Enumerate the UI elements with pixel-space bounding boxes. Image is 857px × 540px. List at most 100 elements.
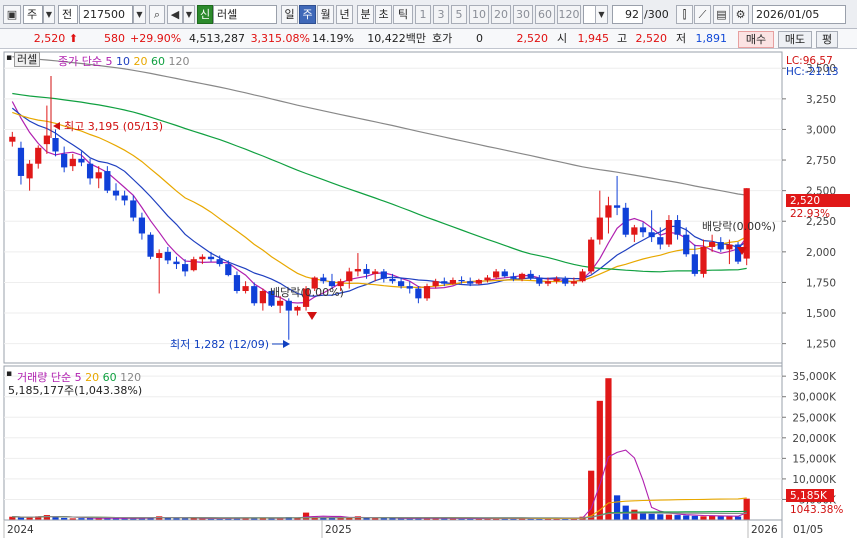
x-label-2024: 2024 — [7, 524, 34, 536]
candle-body — [415, 288, 422, 299]
turnover-rate: 14.19% — [312, 32, 354, 45]
svg-text:최저 1,282 (12/09): 최저 1,282 (12/09) — [170, 338, 269, 351]
interval-20[interactable]: 20 — [491, 5, 511, 24]
stock-chart[interactable]: 1,2501,5001,7502,0002,2502,5002,7503,000… — [0, 50, 857, 540]
candle-body — [346, 271, 353, 282]
price-tick-label: 1,250 — [806, 339, 836, 351]
tab-year[interactable]: 년 — [336, 5, 353, 24]
interval-120[interactable]: 120 — [557, 5, 581, 24]
display-count-max: /300 — [644, 8, 669, 21]
tab-month[interactable]: 월 — [317, 5, 334, 24]
candle-body — [35, 147, 42, 164]
svg-text:최고 3,195 (05/13): 최고 3,195 (05/13) — [64, 120, 163, 133]
candle-body — [294, 306, 301, 311]
candle-body — [397, 281, 405, 287]
volume-bar — [43, 515, 50, 520]
volume-panel-menu-icon[interactable]: ▪ — [6, 369, 12, 379]
candle — [622, 202, 629, 238]
candle-body — [173, 261, 180, 265]
volume-bar — [691, 515, 698, 520]
candle-body — [484, 277, 491, 280]
save-icon[interactable]: ▤ — [713, 5, 730, 24]
interval-5[interactable]: 5 — [451, 5, 467, 24]
interval-30[interactable]: 30 — [513, 5, 533, 24]
line-tool-icon[interactable]: ⟋ — [694, 5, 711, 24]
candle-body — [164, 251, 171, 261]
candle-body — [717, 242, 724, 250]
interval-10[interactable]: 10 — [469, 5, 489, 24]
chevron-down-icon[interactable]: ▼ — [43, 5, 55, 24]
candle — [147, 232, 154, 260]
search-icon[interactable]: ⌕ — [149, 5, 165, 24]
candle-body — [432, 281, 439, 287]
candle-body — [475, 279, 482, 284]
candle-body — [449, 279, 457, 284]
volume-ratio: 3,315.08% — [250, 32, 310, 45]
candle-body — [665, 220, 673, 245]
price-tick-label: 3,250 — [806, 94, 836, 106]
tab-second[interactable]: 초 — [375, 5, 392, 24]
x-label-2025: 2025 — [325, 524, 352, 536]
display-count-input[interactable]: 92 — [612, 5, 643, 24]
interval-60[interactable]: 60 — [535, 5, 555, 24]
volume-bar — [734, 516, 742, 520]
speaker-icon[interactable]: ◀ — [167, 5, 183, 24]
x-label-2026: 2026 — [751, 524, 778, 536]
volume-tick-label: 10,000K — [792, 474, 837, 486]
eval-button[interactable]: 평 — [816, 31, 838, 48]
volume-tick-label: 30,000K — [792, 392, 837, 404]
volume-bar — [665, 514, 673, 520]
buy-button[interactable]: 매수 — [738, 31, 774, 48]
interval-custom-input[interactable] — [583, 5, 595, 24]
tab-week[interactable]: 주 — [299, 5, 316, 24]
candle-body — [458, 279, 465, 282]
candle-body — [9, 136, 16, 142]
candle-body — [674, 220, 681, 235]
price-tick-label: 1,750 — [806, 277, 836, 289]
candle-body — [17, 147, 25, 176]
candle-body — [372, 271, 379, 274]
candle-body — [544, 281, 552, 284]
panel-menu-icon[interactable]: ▪ — [6, 53, 12, 63]
market-type-select[interactable]: 주 — [23, 5, 43, 24]
candle-body — [216, 259, 223, 265]
stock-name-field[interactable]: 러셀 — [213, 5, 277, 24]
chevron-down-icon[interactable]: ▼ — [595, 5, 608, 24]
candle — [423, 283, 431, 301]
candle-body — [467, 281, 474, 284]
sell-button[interactable]: 매도 — [778, 31, 812, 48]
candle-body — [631, 227, 638, 235]
candle-body — [562, 278, 569, 284]
price-panel-tab[interactable]: 러셀 — [14, 52, 41, 67]
date-input[interactable]: 2026/01/05 — [752, 5, 846, 24]
legend-ma20: 20 — [133, 55, 148, 68]
tab-tick[interactable]: 틱 — [393, 5, 413, 24]
volume-tick-label: 35,000K — [792, 371, 837, 383]
volume-bar — [613, 495, 621, 520]
legend-ma5: 5 — [105, 55, 113, 68]
chevron-down-icon[interactable]: ▼ — [133, 5, 146, 24]
code-type-select[interactable]: 전 — [58, 5, 78, 24]
legend-ma10: 10 — [115, 55, 130, 68]
candle-body — [207, 256, 215, 260]
interval-1[interactable]: 1 — [415, 5, 431, 24]
volume-bar — [588, 470, 595, 520]
volume-bar — [631, 509, 638, 520]
svg-text:배당락(0.00%): 배당락(0.00%) — [270, 286, 344, 299]
candle-body — [190, 259, 197, 271]
candle-type-icon[interactable]: ⫿ — [676, 5, 693, 24]
volume-tick-label: 25,000K — [792, 412, 837, 424]
chevron-down-icon[interactable]: ▼ — [183, 5, 195, 24]
candle-body — [622, 207, 629, 235]
interval-3[interactable]: 3 — [433, 5, 449, 24]
candle-body — [285, 300, 292, 311]
candle-body — [691, 254, 698, 274]
stock-code-input[interactable]: 217500 — [79, 5, 133, 24]
tab-minute[interactable]: 분 — [357, 5, 374, 24]
volume-tick-label: 15,000K — [792, 453, 837, 465]
window-menu-icon[interactable]: ▣ — [3, 5, 21, 24]
candle-body — [121, 195, 128, 201]
tab-day[interactable]: 일 — [281, 5, 298, 24]
candle-body — [112, 190, 120, 196]
gear-icon[interactable]: ⚙ — [732, 5, 749, 24]
